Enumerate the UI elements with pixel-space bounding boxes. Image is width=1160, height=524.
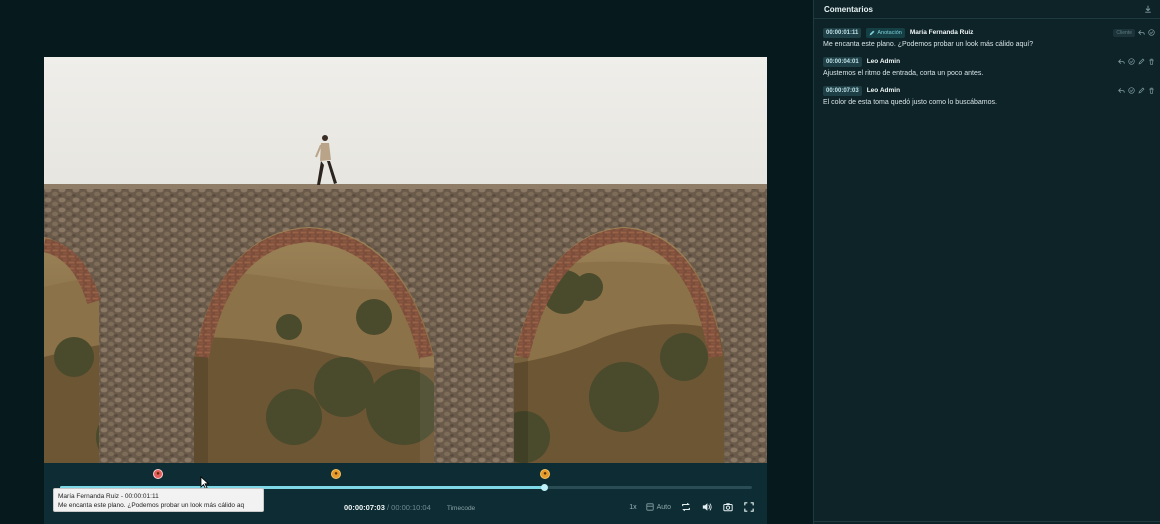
current-time: 00:00:07:03 — [344, 503, 385, 512]
fullscreen-icon — [744, 502, 754, 512]
time-separator: / — [386, 503, 390, 512]
comment-author: Leo Admin — [866, 87, 901, 94]
loop-button[interactable] — [680, 501, 692, 513]
marker-tooltip: María Fernanda Ruiz - 00:00:01:11 Me enc… — [53, 488, 264, 512]
film-icon — [645, 503, 654, 511]
comment-item[interactable]: 00:00:07:03 Leo Admin El color de esta t… — [823, 85, 1155, 106]
reply-icon[interactable] — [1118, 87, 1125, 94]
client-badge: Cliente — [1113, 28, 1135, 37]
comment-timecode[interactable]: 00:00:07:03 — [823, 85, 862, 96]
comment-marker-1[interactable]: ● — [153, 469, 163, 479]
playback-speed[interactable]: 1x — [629, 504, 636, 511]
reply-icon[interactable] — [1138, 29, 1145, 36]
comment-author: María Fernanda Ruiz — [909, 29, 974, 36]
trash-icon[interactable] — [1148, 87, 1155, 94]
playhead-handle[interactable] — [541, 484, 549, 491]
comment-header: 00:00:07:03 Leo Admin — [823, 85, 1155, 96]
comment-header: 00:00:04:01 Leo Admin — [823, 56, 1155, 67]
time-display: 00:00:07:03 / 00:00:10:04 Timecode — [344, 503, 475, 512]
comment-author: Leo Admin — [866, 58, 901, 65]
app-root: ● ● ● 00:00:07:03 / 00:00:10:04 Timecode… — [0, 0, 1160, 524]
panel-title: Comentarios — [824, 4, 873, 14]
pen-icon — [869, 30, 875, 35]
resolve-icon[interactable] — [1148, 29, 1155, 36]
comment-text: Ajustemos el ritmo de entrada, corta un … — [823, 70, 984, 77]
edit-icon[interactable] — [1138, 58, 1145, 65]
player-area: ● ● ● 00:00:07:03 / 00:00:10:04 Timecode… — [0, 0, 812, 524]
comment-marker-2[interactable]: ● — [331, 469, 341, 479]
resolve-icon[interactable] — [1128, 58, 1135, 65]
total-duration: 00:00:10:04 — [391, 503, 431, 512]
volume-button[interactable] — [701, 501, 713, 513]
tooltip-text: Me encanta este plano. ¿Podemos probar u… — [58, 502, 245, 509]
trash-icon[interactable] — [1148, 58, 1155, 65]
tooltip-header: María Fernanda Ruiz - 00:00:01:11 — [58, 493, 159, 500]
panel-header: Comentarios — [814, 0, 1160, 19]
comment-marker-3[interactable]: ● — [540, 469, 550, 479]
right-controls: 1x Auto — [629, 501, 755, 513]
fullscreen-button[interactable] — [743, 501, 755, 513]
quality-label: Auto — [656, 503, 671, 511]
comment-item[interactable]: 00:00:04:01 Leo Admin Ajustemos el ritmo… — [823, 56, 1155, 77]
camera-icon — [723, 503, 733, 512]
comment-timecode[interactable]: 00:00:01:11 — [823, 27, 862, 38]
volume-icon — [702, 503, 712, 511]
video-still — [44, 57, 767, 463]
comment-text: El color de esta toma quedó justo como l… — [823, 99, 997, 106]
loop-icon — [682, 502, 690, 512]
download-icon[interactable] — [1144, 5, 1152, 13]
resolve-icon[interactable] — [1128, 87, 1135, 94]
reply-icon[interactable] — [1118, 58, 1125, 65]
quality-selector[interactable]: Auto — [645, 503, 671, 511]
screenshot-button[interactable] — [722, 501, 734, 513]
comment-text: Me encanta este plano. ¿Podemos probar u… — [823, 41, 1034, 48]
video-frame[interactable] — [44, 57, 767, 463]
comment-header: 00:00:01:11 Anotación María Fernanda Rui… — [823, 27, 1155, 38]
comment-actions: Cliente — [1113, 28, 1155, 37]
comments-panel: Comentarios 00:00:01:11 Anotación María … — [813, 0, 1160, 524]
comment-item[interactable]: 00:00:01:11 Anotación María Fernanda Rui… — [823, 27, 1155, 48]
time-mode-toggle[interactable]: Timecode — [447, 505, 475, 512]
edit-icon[interactable] — [1138, 87, 1145, 94]
comment-actions — [1118, 58, 1155, 65]
comment-timecode[interactable]: 00:00:04:01 — [823, 56, 862, 67]
annotation-label: Anotación — [877, 29, 902, 36]
annotation-tag: Anotación — [866, 27, 905, 38]
comment-actions — [1118, 87, 1155, 94]
